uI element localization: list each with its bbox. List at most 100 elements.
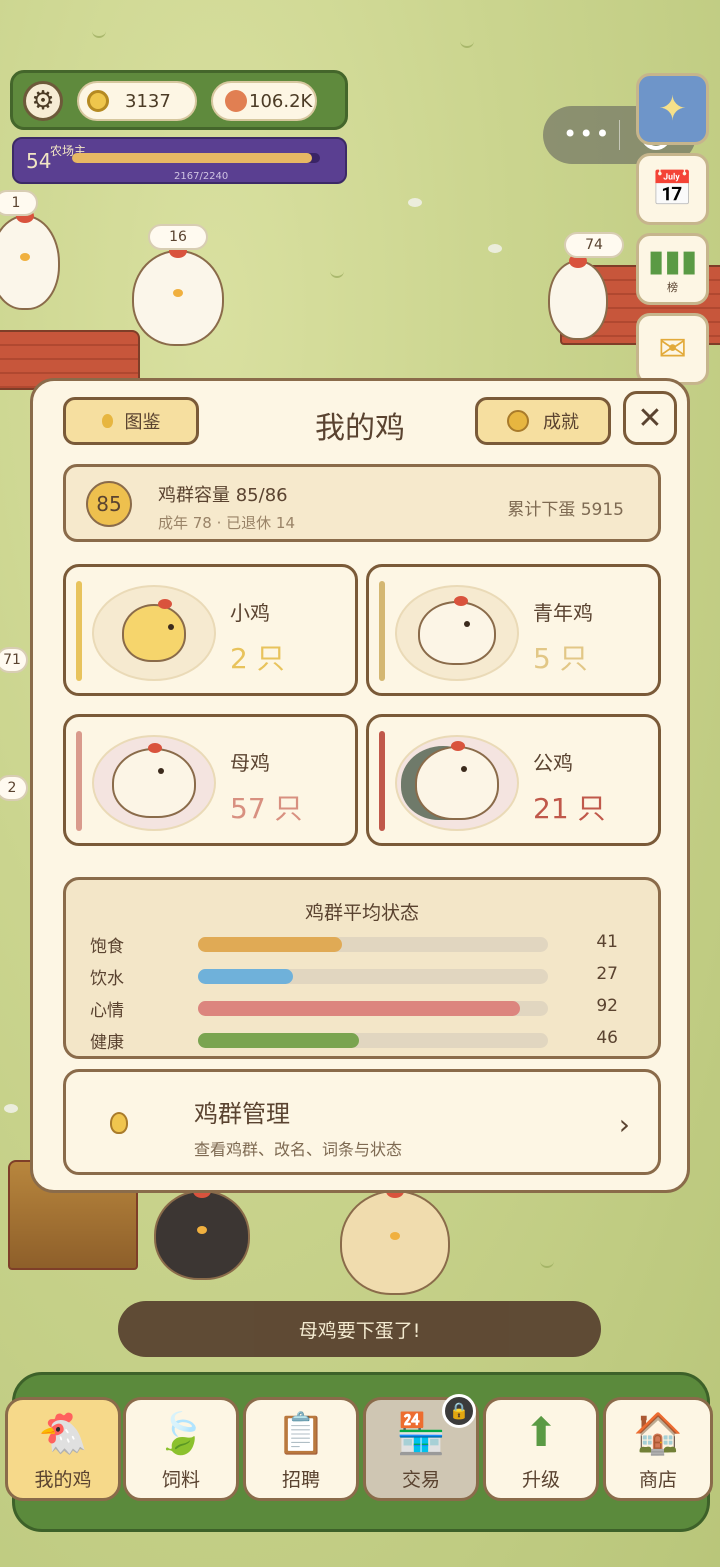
- category-stripe: [76, 731, 82, 831]
- stat-bar: [198, 969, 548, 984]
- more-menu-icon[interactable]: •••: [563, 120, 611, 148]
- stat-bar-fill: [198, 969, 293, 984]
- mail-button[interactable]: ✉: [636, 313, 709, 385]
- chicken-tag: 74: [564, 232, 624, 258]
- globe-button[interactable]: ✦: [636, 73, 709, 145]
- category-card-chick[interactable]: 小鸡 2 只: [63, 564, 358, 696]
- level-number: 54: [26, 149, 52, 173]
- chicken-tag: 2: [0, 775, 28, 801]
- hen-portrait: [92, 735, 216, 831]
- bottom-tab-bar: 🐔 我的鸡 🍃 饲料 📋 招聘 🏪 交易 🔒 ⬆ 升级 🏠 商店: [5, 1372, 713, 1532]
- stat-bar-fill: [198, 937, 342, 952]
- category-name: 青年鸡: [533, 601, 593, 625]
- chicken-tag: 1: [0, 190, 38, 216]
- stat-value: 27: [596, 964, 618, 984]
- stat-value: 46: [596, 1028, 618, 1048]
- stat-bar: [198, 1033, 548, 1048]
- category-count: 2 只: [230, 642, 285, 675]
- level-panel[interactable]: 54 农场主 2167/2240: [12, 137, 347, 184]
- chevron-right-icon: ›: [618, 1108, 630, 1141]
- stat-bar: [198, 937, 548, 952]
- total-eggs-text: 累计下蛋 5915: [507, 500, 624, 520]
- rooster-portrait: [395, 735, 519, 831]
- tab-my-chickens[interactable]: 🐔 我的鸡: [5, 1397, 121, 1501]
- stat-row-health: 健康 46: [90, 1028, 630, 1053]
- category-card-pullet[interactable]: 青年鸡 5 只: [366, 564, 661, 696]
- chick-portrait: [92, 585, 216, 681]
- management-subtitle: 查看鸡群、改名、词条与状态: [194, 1140, 403, 1159]
- xp-bar: [72, 153, 320, 163]
- tab-label: 商店: [638, 1469, 677, 1491]
- stat-label: 健康: [90, 1033, 124, 1053]
- chick-icon: [122, 599, 186, 662]
- xp-text: 2167/2240: [174, 171, 229, 182]
- achievements-button[interactable]: 成就: [475, 397, 611, 445]
- envelope-icon: ✉: [658, 329, 687, 369]
- pebble: [488, 244, 502, 253]
- coin-counter[interactable]: 3137: [77, 81, 197, 121]
- xp-bar-fill: [72, 153, 312, 163]
- management-title: 鸡群管理: [194, 1100, 290, 1128]
- pullet-icon: [418, 596, 496, 665]
- rooster[interactable]: [340, 1184, 450, 1295]
- category-card-rooster[interactable]: 公鸡 21 只: [366, 714, 661, 846]
- stat-bar-fill: [198, 1033, 359, 1048]
- stat-row-water: 饮水 27: [90, 964, 630, 989]
- stat-row-mood: 心情 92: [90, 996, 630, 1021]
- stat-row-satiety: 饱食 41: [90, 932, 630, 957]
- gem-icon: [225, 90, 247, 112]
- tab-recruit[interactable]: 📋 招聘: [243, 1397, 359, 1501]
- globe-icon: ✦: [658, 89, 687, 129]
- stat-bar: [198, 1001, 548, 1016]
- category-stripe: [379, 581, 385, 681]
- flock-average-status: 鸡群平均状态 饱食 41 饮水 27 心情 92 健康 46: [63, 877, 661, 1059]
- toast-message: 母鸡要下蛋了!: [118, 1301, 601, 1357]
- status-heading: 鸡群平均状态: [304, 902, 419, 924]
- chicken[interactable]: [132, 244, 224, 346]
- stat-bar-fill: [198, 1001, 520, 1016]
- tab-label: 交易: [401, 1469, 440, 1491]
- tab-upgrade[interactable]: ⬆ 升级: [483, 1397, 599, 1501]
- category-card-hen[interactable]: 母鸡 57 只: [63, 714, 358, 846]
- coin-icon: [87, 90, 109, 112]
- chicken-icon: 🐔: [38, 1411, 88, 1457]
- settings-gear-icon[interactable]: ⚙: [23, 81, 63, 121]
- tab-shop[interactable]: 🏠 商店: [603, 1397, 713, 1501]
- pullet-portrait: [395, 585, 519, 681]
- tab-feed[interactable]: 🍃 饲料: [123, 1397, 239, 1501]
- lock-icon: 🔒: [442, 1394, 476, 1428]
- calendar-check-icon: 📅: [651, 169, 694, 209]
- star-medal-icon: [507, 410, 529, 432]
- capsule-divider: [619, 120, 620, 150]
- golden-egg-icon: [110, 1112, 128, 1134]
- pebble: [408, 198, 422, 207]
- clipboard-icon: 📋: [276, 1411, 326, 1457]
- calendar-checkin-button[interactable]: 📅: [636, 153, 709, 225]
- resource-hud: ⚙ 3137 106.2K: [10, 70, 348, 130]
- black-chicken[interactable]: [154, 1184, 250, 1280]
- category-name: 公鸡: [533, 751, 573, 775]
- capacity-badge: 85: [86, 481, 132, 527]
- rooster-icon: [415, 741, 499, 820]
- leaderboard-button[interactable]: ▮▮▮ 榜: [636, 233, 709, 305]
- shop-icon: 🏠: [633, 1411, 683, 1457]
- adult-retired-text: 成年 78 · 已退休 14: [158, 514, 296, 532]
- arrow-up-icon: ⬆: [524, 1410, 558, 1456]
- tab-label: 招聘: [281, 1469, 320, 1491]
- flock-management-button[interactable]: 鸡群管理 查看鸡群、改名、词条与状态 ›: [63, 1069, 661, 1175]
- category-count: 5 只: [533, 642, 588, 675]
- tab-label: 升级: [521, 1469, 560, 1491]
- stat-label: 饮水: [90, 969, 124, 989]
- leaf-icon: 🍃: [156, 1411, 206, 1457]
- capacity-text: 鸡群容量 85/86: [158, 485, 288, 506]
- category-name: 母鸡: [230, 751, 270, 775]
- close-button[interactable]: ✕: [623, 391, 677, 445]
- stat-value: 41: [596, 932, 618, 952]
- gem-counter[interactable]: 106.2K: [211, 81, 317, 121]
- coin-amount: 3137: [125, 90, 171, 112]
- stat-value: 92: [596, 996, 618, 1016]
- gem-amount: 106.2K: [249, 90, 313, 112]
- tab-trade[interactable]: 🏪 交易 🔒: [363, 1394, 479, 1501]
- chicken[interactable]: [548, 254, 608, 340]
- close-icon: ✕: [637, 400, 663, 436]
